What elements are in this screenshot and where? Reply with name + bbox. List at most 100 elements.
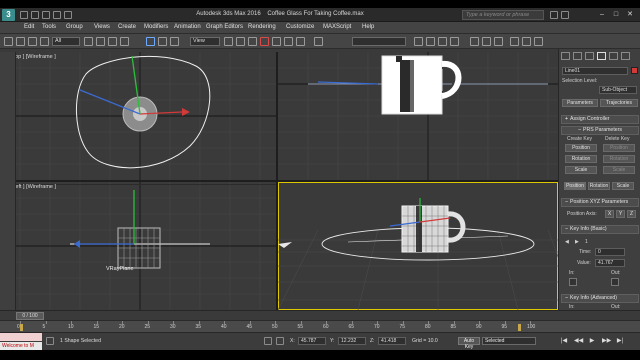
- position-xyz-rollout[interactable]: − Position XYZ Parameters: [561, 198, 639, 207]
- spinner-snap-icon[interactable]: [296, 37, 305, 46]
- viewport-front[interactable]: [278, 52, 558, 180]
- pivot-center-icon[interactable]: [224, 37, 233, 46]
- rendered-frame-window-icon[interactable]: [522, 37, 531, 46]
- search-input[interactable]: Type a keyword or phrase: [462, 10, 544, 20]
- new-file-icon[interactable]: [20, 11, 28, 19]
- layer-manager-icon[interactable]: [438, 37, 447, 46]
- edit-named-selection-icon[interactable]: [314, 37, 323, 46]
- object-name-field[interactable]: Line01: [562, 67, 628, 75]
- rectangle-selection-icon[interactable]: [108, 37, 117, 46]
- menu-edit[interactable]: Edit: [24, 24, 34, 30]
- save-file-icon[interactable]: [42, 11, 50, 19]
- angle-snap-icon[interactable]: [272, 37, 281, 46]
- motion-tab-icon[interactable]: [597, 52, 606, 60]
- viewport-top[interactable]: [+] [Top ] [Wireframe ]: [0, 52, 276, 180]
- menu-rendering[interactable]: Rendering: [248, 24, 276, 30]
- delete-rotation-key-button[interactable]: Rotation: [603, 155, 635, 163]
- curve-editor-icon[interactable]: [470, 37, 479, 46]
- render-production-icon[interactable]: [534, 37, 543, 46]
- axis-x-button[interactable]: X: [605, 210, 614, 218]
- create-scale-key-button[interactable]: Scale: [565, 166, 597, 174]
- snaps-toggle-icon[interactable]: [260, 37, 269, 46]
- absolute-mode-icon[interactable]: [276, 337, 284, 345]
- x-coord-field[interactable]: 45.787: [298, 337, 326, 345]
- go-to-start-button[interactable]: |◀: [560, 337, 568, 345]
- prev-key-arrow-icon[interactable]: ◀: [565, 239, 569, 245]
- undo-tool-icon[interactable]: [4, 37, 13, 46]
- named-selection-dropdown[interactable]: [352, 37, 406, 46]
- display-tab-icon[interactable]: [609, 52, 618, 60]
- time-slider[interactable]: 0 / 100: [16, 312, 44, 320]
- create-tab-icon[interactable]: [561, 52, 570, 60]
- next-key-arrow-icon[interactable]: ▶: [575, 239, 579, 245]
- position-subtab[interactable]: Position: [564, 182, 586, 190]
- menu-customize[interactable]: Customize: [286, 24, 314, 30]
- menu-views[interactable]: Views: [94, 24, 110, 30]
- create-rotation-key-button[interactable]: Rotation: [565, 155, 597, 163]
- delete-scale-key-button[interactable]: Scale: [603, 166, 635, 174]
- select-and-rotate-icon[interactable]: [158, 37, 167, 46]
- out-tangent-icon[interactable]: [611, 278, 619, 286]
- select-manipulate-icon[interactable]: [236, 37, 245, 46]
- in-tangent-icon[interactable]: [569, 278, 577, 286]
- y-coord-field[interactable]: 12.232: [338, 337, 366, 345]
- menu-modifiers[interactable]: Modifiers: [144, 24, 168, 30]
- prs-parameters-rollout[interactable]: − PRS Parameters: [561, 126, 639, 135]
- window-crossing-icon[interactable]: [120, 37, 129, 46]
- viewport-left[interactable]: [+] [Left ] [Wireframe ] VRayPlane: [0, 182, 276, 310]
- hierarchy-tab-icon[interactable]: [585, 52, 594, 60]
- link-icon[interactable]: [16, 37, 25, 46]
- parameters-button[interactable]: Parameters: [562, 99, 598, 107]
- object-color-swatch[interactable]: [631, 67, 638, 74]
- key-info-basic-rollout[interactable]: − Key Info (Basic): [561, 225, 639, 234]
- redo-icon[interactable]: [64, 11, 72, 19]
- z-coord-field[interactable]: 41.418: [378, 337, 406, 345]
- material-editor-icon[interactable]: [494, 37, 503, 46]
- axis-y-button[interactable]: Y: [616, 210, 625, 218]
- percent-snap-icon[interactable]: [284, 37, 293, 46]
- menu-graph-editors[interactable]: Graph Editors: [206, 24, 243, 30]
- bind-space-warp-icon[interactable]: [40, 37, 49, 46]
- select-by-name-icon[interactable]: [96, 37, 105, 46]
- trajectories-button[interactable]: Trajectories: [600, 99, 638, 107]
- schematic-view-icon[interactable]: [482, 37, 491, 46]
- keyframe-marker[interactable]: [20, 324, 23, 331]
- keyboard-shortcut-icon[interactable]: [248, 37, 257, 46]
- rotation-subtab[interactable]: Rotation: [588, 182, 610, 190]
- key-filter-dropdown[interactable]: Selected: [482, 337, 536, 345]
- maxscript-listener-mini[interactable]: [0, 333, 42, 341]
- reference-coordinate-dropdown[interactable]: View: [190, 37, 220, 46]
- align-icon[interactable]: [426, 37, 435, 46]
- help-icon[interactable]: [561, 11, 569, 19]
- sub-object-field[interactable]: Sub-Object: [599, 86, 637, 94]
- graphite-ribbon-icon[interactable]: [450, 37, 459, 46]
- keyframe-marker[interactable]: [518, 324, 521, 331]
- go-to-end-button[interactable]: ▶|: [616, 337, 624, 345]
- modify-tab-icon[interactable]: [573, 52, 582, 60]
- menu-maxscript[interactable]: MAXScript: [323, 24, 351, 30]
- assign-controller-rollout[interactable]: + Assign Controller: [561, 115, 639, 124]
- binoculars-icon[interactable]: [550, 11, 558, 19]
- menu-tools[interactable]: Tools: [42, 24, 56, 30]
- scale-subtab[interactable]: Scale: [612, 182, 634, 190]
- select-object-icon[interactable]: [84, 37, 93, 46]
- delete-position-key-button[interactable]: Position: [603, 144, 635, 152]
- unlink-icon[interactable]: [28, 37, 37, 46]
- value-field[interactable]: 41.767: [595, 259, 625, 267]
- menu-help[interactable]: Help: [362, 24, 374, 30]
- create-position-key-button[interactable]: Position: [565, 144, 597, 152]
- track-bar[interactable]: 0 5 10 15 20 25 30 35 40 45 50 55 60 65 70 75 80 85 90 95 10…: [0, 320, 640, 332]
- play-button[interactable]: ▶: [588, 337, 596, 345]
- utilities-tab-icon[interactable]: [621, 52, 630, 60]
- app-logo-icon[interactable]: 3: [2, 9, 15, 21]
- menu-animation[interactable]: Animation: [174, 24, 201, 30]
- menu-group[interactable]: Group: [66, 24, 83, 30]
- key-info-advanced-rollout[interactable]: − Key Info (Advanced): [561, 294, 639, 303]
- maximize-button[interactable]: □: [610, 10, 622, 20]
- undo-icon[interactable]: [53, 11, 61, 19]
- open-file-icon[interactable]: [31, 11, 39, 19]
- time-field[interactable]: 0: [595, 248, 625, 256]
- minimize-button[interactable]: –: [596, 10, 608, 20]
- select-and-move-icon[interactable]: [146, 37, 155, 46]
- render-setup-icon[interactable]: [510, 37, 519, 46]
